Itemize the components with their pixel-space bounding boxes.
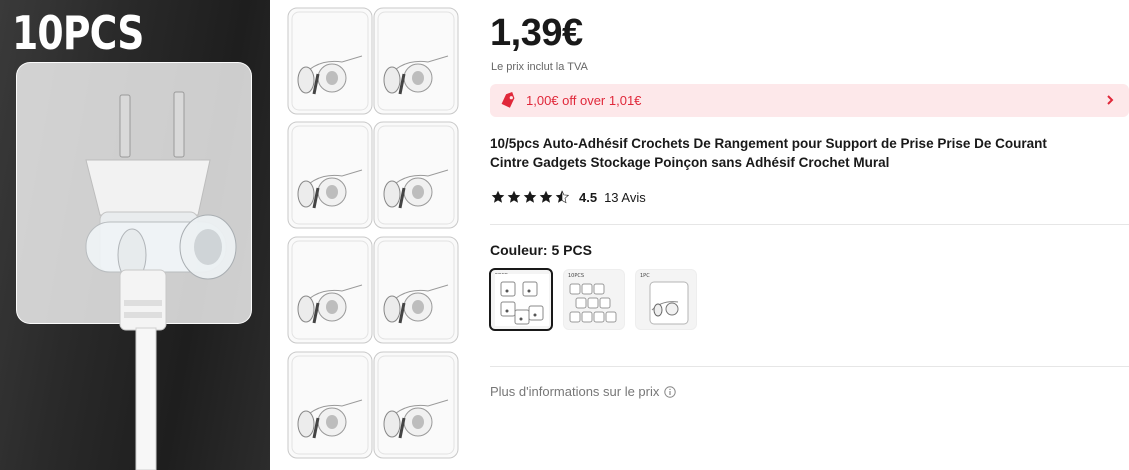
divider bbox=[490, 224, 1129, 225]
swatch-thumbnail bbox=[649, 281, 689, 325]
color-option-5pcs[interactable]: 5PCS bbox=[489, 268, 553, 331]
review-count-link[interactable]: 13 Avis bbox=[604, 190, 646, 205]
rating-row[interactable]: 4.5 13 Avis bbox=[491, 188, 646, 206]
pack-grid bbox=[270, 0, 470, 470]
swatch-thumbnail bbox=[495, 274, 549, 326]
coupon-banner[interactable]: 1,00€ off over 1,01€ bbox=[490, 84, 1129, 117]
product-image[interactable]: 10PCS bbox=[0, 0, 470, 470]
divider bbox=[490, 366, 1129, 367]
price-info-text: Plus d'informations sur le prix bbox=[490, 384, 660, 399]
rating-value: 4.5 bbox=[579, 189, 598, 205]
star-rating bbox=[491, 190, 569, 204]
color-label: Couleur: 5 PCS bbox=[490, 242, 592, 258]
coupon-text: 1,00€ off over 1,01€ bbox=[526, 93, 642, 108]
swatch-thumbnail bbox=[569, 283, 617, 323]
price: 1,39€ bbox=[490, 12, 583, 54]
color-option-1pc[interactable]: 1PC bbox=[635, 269, 697, 330]
plug-hook-illustration bbox=[85, 91, 237, 470]
color-option-10pcs[interactable]: 10PCS bbox=[563, 269, 625, 330]
half-star-icon bbox=[555, 190, 569, 204]
info-icon bbox=[664, 385, 677, 398]
price-info-link[interactable]: Plus d'informations sur le prix bbox=[490, 384, 677, 399]
product-title-line: Cintre Gadgets Stockage Poinçon sans Adh… bbox=[490, 155, 890, 170]
star-icon bbox=[523, 190, 537, 203]
hook-pads-grid bbox=[286, 6, 460, 460]
vat-note: Le prix inclut la TVA bbox=[491, 61, 588, 73]
star-icon bbox=[539, 190, 553, 203]
star-icon bbox=[507, 190, 521, 203]
chevron-right-icon bbox=[1103, 93, 1117, 107]
color-options: 5PCS 10PCS 1PC bbox=[489, 268, 697, 331]
product-title-line: 10/5pcs Auto-Adhésif Crochets De Rangeme… bbox=[490, 136, 1047, 151]
product-photo: 10PCS bbox=[0, 0, 270, 470]
star-icon bbox=[491, 190, 505, 203]
product-title: 10/5pcs Auto-Adhésif Crochets De Rangeme… bbox=[490, 134, 1120, 172]
tag-icon bbox=[499, 91, 517, 110]
